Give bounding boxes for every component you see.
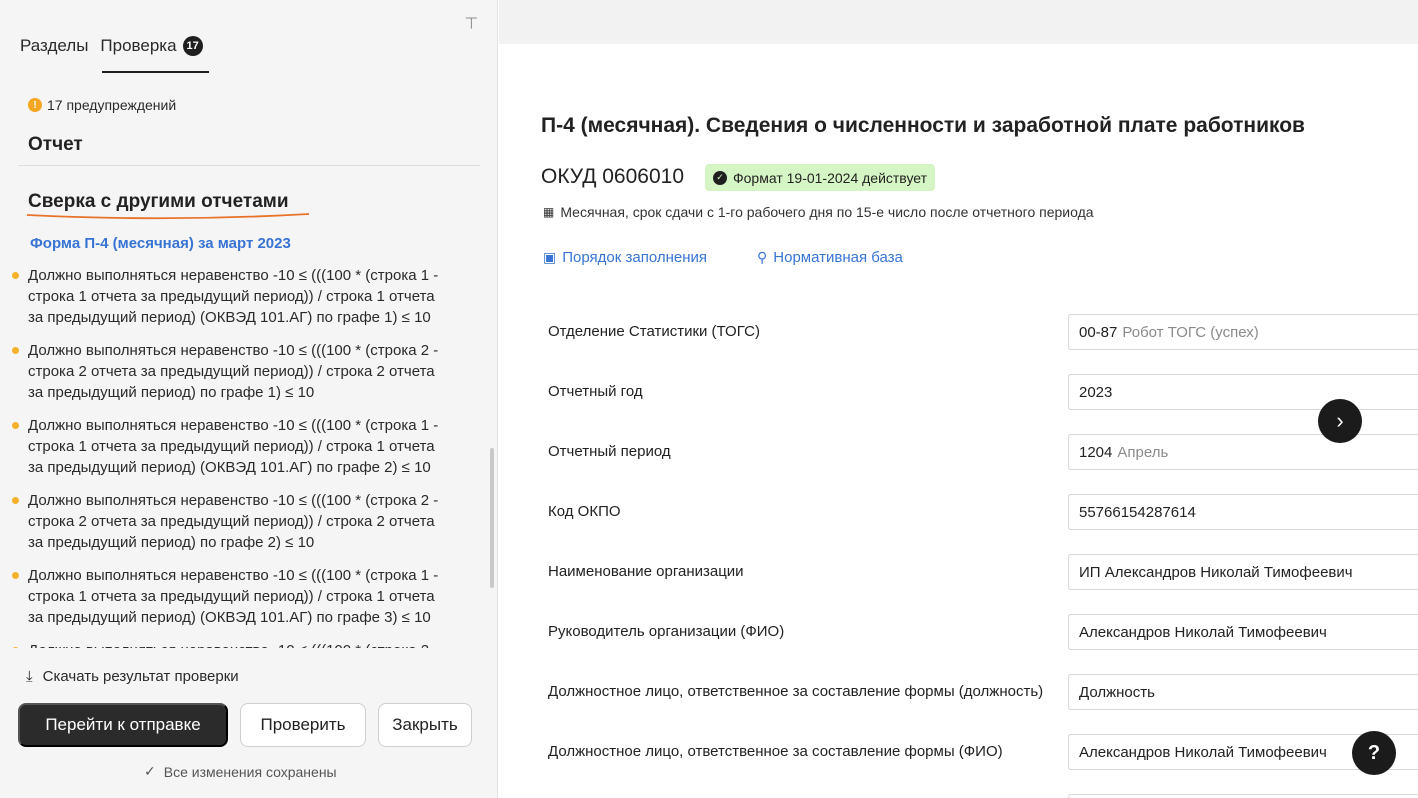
warnings-summary-text: 17 предупреждений	[47, 97, 177, 113]
warning-item[interactable]: Должно выполняться неравенство -10 ≤ (((…	[0, 490, 490, 553]
tab-check-count-badge: 17	[182, 36, 203, 56]
report-period-value: 1204	[1079, 443, 1113, 461]
period-info: ▦ Месячная, срок сдачи с 1-го рабочего д…	[543, 204, 1094, 220]
period-info-text: Месячная, срок сдачи с 1-го рабочего дня…	[560, 204, 1094, 220]
field-label-okpo: Код ОКПО	[548, 503, 621, 520]
check-button[interactable]: Проверить	[240, 703, 366, 747]
head-field[interactable]: Александров Николай Тимофеевич	[1068, 614, 1418, 650]
check-circle-icon: ✓	[713, 170, 727, 185]
download-results-link[interactable]: ⤓ Скачать результат проверки	[26, 668, 239, 685]
warning-item[interactable]: Должно выполняться неравенство -10 ≤ (((…	[0, 340, 490, 403]
filling-order-link[interactable]: ▣ Порядок заполнения	[543, 249, 707, 266]
warning-item[interactable]: Должно выполняться неравенство -10 ≤ (((…	[0, 415, 490, 478]
top-bar	[499, 0, 1418, 44]
field-label-head: Руководитель организации (ФИО)	[548, 623, 785, 640]
format-status-badge: ✓ Формат 19-01-2024 действует	[705, 164, 936, 191]
book-icon: ▣	[543, 249, 557, 265]
warning-item[interactable]: Должно выполняться неравенство -10 ≤ (((…	[0, 640, 490, 648]
tab-check-label: Проверка	[100, 36, 177, 55]
active-tab-indicator	[102, 71, 209, 73]
search-icon: ⚲	[757, 249, 768, 265]
togs-field[interactable]: 00-87 Робот ТОГС (успех)	[1068, 314, 1418, 350]
tab-sections[interactable]: Разделы	[20, 36, 88, 56]
close-button[interactable]: Закрыть	[378, 703, 472, 747]
divider	[18, 165, 480, 166]
panel-tabs: Разделы Проверка 17	[20, 36, 203, 56]
format-status-text: Формат 19-01-2024 действует	[733, 169, 928, 186]
report-year-field[interactable]: 2023	[1068, 374, 1418, 410]
next-field[interactable]	[1068, 794, 1418, 798]
form-link[interactable]: Форма П-4 (месячная) за март 2023	[30, 235, 291, 252]
scrollbar[interactable]	[490, 448, 494, 588]
org-name-value: ИП Александров Николай Тимофеевич	[1079, 563, 1353, 581]
download-label: Скачать результат проверки	[42, 668, 239, 685]
pin-icon[interactable]: ⊣	[462, 16, 482, 30]
okud-code: ОКУД 0606010	[541, 165, 685, 188]
filling-order-label: Порядок заполнения	[562, 249, 707, 266]
regulatory-base-link[interactable]: ⚲ Нормативная база	[757, 249, 903, 266]
warning-item[interactable]: Должно выполняться неравенство -10 ≤ (((…	[0, 565, 490, 628]
warnings-list: Должно выполняться неравенство -10 ≤ (((…	[0, 265, 490, 648]
saved-status-text: Все изменения сохранены	[163, 763, 337, 780]
check-icon: ✓	[144, 763, 156, 779]
check-panel: ⊣ Разделы Проверка 17 ! 17 предупреждени…	[0, 0, 498, 798]
head-value: Александров Николай Тимофеевич	[1079, 623, 1327, 641]
question-icon[interactable]: ?	[1352, 731, 1396, 775]
field-label-responsible-position: Должностное лицо, ответственное за соста…	[548, 683, 1044, 700]
go-to-send-button[interactable]: Перейти к отправке	[18, 703, 228, 747]
warning-icon: !	[28, 98, 42, 112]
field-label-report-year: Отчетный год	[548, 383, 643, 400]
okpo-value: 55766154287614	[1079, 503, 1196, 521]
field-label-report-period: Отчетный период	[548, 443, 671, 460]
field-label-org-name: Наименование организации	[548, 563, 744, 580]
responsible-name-value: Александров Николай Тимофеевич	[1079, 743, 1327, 761]
page-title: П-4 (месячная). Сведения о численности и…	[541, 114, 1305, 137]
regulatory-base-label: Нормативная база	[773, 249, 903, 266]
field-label-togs: Отделение Статистики (ТОГС)	[548, 323, 760, 340]
saved-status: ✓ Все изменения сохранены	[144, 763, 337, 780]
chevron-right-icon[interactable]: ›	[1318, 399, 1362, 443]
warnings-summary: ! 17 предупреждений	[28, 97, 176, 113]
togs-value: 00-87	[1079, 323, 1118, 341]
report-year-value: 2023	[1079, 383, 1113, 401]
okpo-field[interactable]: 55766154287614	[1068, 494, 1418, 530]
download-icon: ⤓	[26, 668, 33, 685]
org-name-field[interactable]: ИП Александров Николай Тимофеевич	[1068, 554, 1418, 590]
report-heading[interactable]: Отчет	[28, 134, 83, 156]
togs-hint: Робот ТОГС (успех)	[1122, 323, 1259, 341]
report-period-field[interactable]: 1204 Апрель	[1068, 434, 1418, 470]
calendar-icon: ▦	[543, 205, 555, 219]
warning-item[interactable]: Должно выполняться неравенство -10 ≤ (((…	[0, 265, 490, 328]
section-heading-underline	[26, 213, 310, 220]
responsible-position-field[interactable]: Должность	[1068, 674, 1418, 710]
tab-check[interactable]: Проверка 17	[100, 36, 203, 56]
field-label-responsible-name: Должностное лицо, ответственное за соста…	[548, 743, 1003, 760]
section-heading[interactable]: Сверка с другими отчетами	[28, 191, 289, 213]
responsible-position-value: Должность	[1079, 683, 1155, 701]
report-period-hint: Апрель	[1117, 443, 1169, 461]
